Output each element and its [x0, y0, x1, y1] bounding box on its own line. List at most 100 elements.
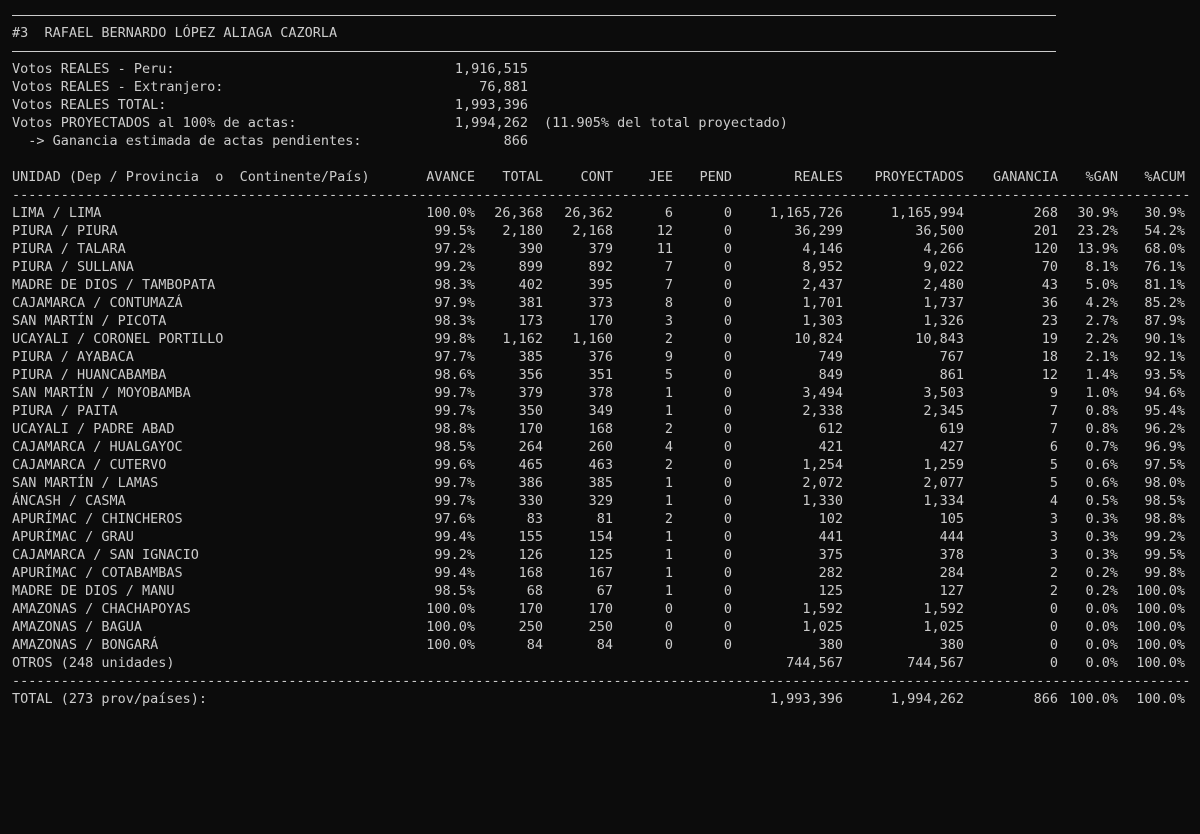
header-unit: UNIDAD (Dep / Provincia o Continente/Paí…: [12, 169, 370, 185]
cell-proyectados: 1,259: [923, 457, 964, 473]
table-row: PIURA / AYABACA 97.7% 385 376 9 0 749 767 18 2.1%…: [12, 348, 1192, 366]
cell-reales: 441: [818, 529, 843, 545]
cell-proyectados: 2,077: [923, 475, 964, 491]
cell-pct-acum: 99.2%: [1144, 529, 1185, 545]
cell-pct-gan: 0.3%: [1085, 547, 1118, 563]
cell-pct-acum: 99.5%: [1144, 547, 1185, 563]
summary-value: 866: [503, 133, 528, 149]
table-row: PIURA / SULLANA 99.2% 899 892 7 0 8,952 9,022 70…: [12, 258, 1192, 276]
cell-proyectados: 744,567: [907, 655, 964, 671]
cell-unit: SAN MARTÍN / MOYOBAMBA: [12, 385, 191, 401]
cell-jee: 2: [664, 421, 673, 437]
cell-unit: PIURA / SULLANA: [12, 259, 134, 275]
cell-reales: 380: [818, 637, 843, 653]
cell-avance: 100.0%: [426, 619, 475, 635]
cell-reales: 1,254: [802, 457, 843, 473]
cell-avance: 97.9%: [434, 295, 475, 311]
table-row: CAJAMARCA / SAN IGNACIO 99.2% 126 125 1 0 375 3…: [12, 546, 1192, 564]
cell-unit: PIURA / PAITA: [12, 403, 118, 419]
cell-jee: 1: [664, 529, 673, 545]
cell-avance: 100.0%: [426, 637, 475, 653]
cell-pct-acum: 94.6%: [1144, 385, 1185, 401]
header-reales: REALES: [794, 169, 843, 185]
cell-total: 170: [518, 601, 543, 617]
cell-pct-gan: 0.6%: [1085, 457, 1118, 473]
cell-pct-gan: 5.0%: [1085, 277, 1118, 293]
cell-pct-acum: 98.8%: [1144, 511, 1185, 527]
cell-avance: 97.6%: [434, 511, 475, 527]
table-row: UCAYALI / PADRE ABAD 98.8% 170 168 2 0 612 619 7…: [12, 420, 1192, 438]
cell-pct-gan: 2.2%: [1085, 331, 1118, 347]
cell-pct-acum: 98.0%: [1144, 475, 1185, 491]
summary-label: Votos REALES - Peru:: [12, 61, 175, 77]
cell-avance: 99.7%: [434, 403, 475, 419]
cell-jee: 6: [664, 205, 673, 221]
cell-proyectados: 767: [939, 349, 964, 365]
cell-total: 390: [518, 241, 543, 257]
table-row: OTROS (248 unidades) 744,567 744,567 0 0.0% 1…: [12, 654, 1192, 672]
cell-avance: 99.4%: [434, 529, 475, 545]
cell-ganancia: 120: [1033, 241, 1058, 257]
cell-jee: 4: [664, 439, 673, 455]
table-row: CAJAMARCA / CUTERVO 99.6% 465 463 2 0 1,254 1,2…: [12, 456, 1192, 474]
header-pct-acum: %ACUM: [1144, 169, 1185, 185]
cell-pct-gan: 23.2%: [1077, 223, 1118, 239]
cell-pend: 0: [723, 205, 732, 221]
cell-reales: 744,567: [786, 655, 843, 671]
table-row: SAN MARTÍN / PICOTA 98.3% 173 170 3 0 1,303 1,3…: [12, 312, 1192, 330]
cell-reales: 102: [818, 511, 843, 527]
cell-unit: PIURA / HUANCABAMBA: [12, 367, 167, 383]
cell-pct-gan: 0.0%: [1085, 655, 1118, 671]
total-row: TOTAL (273 prov/países): 1,993,396 1,994…: [12, 690, 1192, 708]
cell-unit: SAN MARTÍN / LAMAS: [12, 475, 159, 491]
cell-jee: 2: [664, 457, 673, 473]
cell-unit: PIURA / TALARA: [12, 241, 126, 257]
cell-pct-gan: 4.2%: [1085, 295, 1118, 311]
cell-pend: 0: [723, 241, 732, 257]
summary-line: Votos REALES TOTAL: 1,993,396: [12, 96, 1192, 114]
cell-jee: 1: [664, 547, 673, 563]
cell-reales: 612: [818, 421, 843, 437]
cell-unit: OTROS (248 unidades): [12, 655, 175, 671]
summary-label: Votos REALES - Extranjero:: [12, 79, 224, 95]
cell-reales: 125: [818, 583, 843, 599]
cell-avance: 99.8%: [434, 331, 475, 347]
cell-ganancia: 7: [1049, 421, 1058, 437]
cell-jee: 7: [664, 277, 673, 293]
cell-jee: 2: [664, 331, 673, 347]
cell-total: 173: [518, 313, 543, 329]
cell-reales: 1,165,726: [769, 205, 843, 221]
cell-pend: 0: [723, 565, 732, 581]
cell-proyectados: 4,266: [923, 241, 964, 257]
cell-pct-gan: 0.3%: [1085, 529, 1118, 545]
cell-ganancia: 5: [1049, 457, 1058, 473]
cell-pct-acum: 100.0%: [1136, 655, 1185, 671]
cell-reales: 36,299: [794, 223, 843, 239]
cell-total: 356: [518, 367, 543, 383]
cell-cont: 376: [588, 349, 613, 365]
cell-pct-gan: 2.7%: [1085, 313, 1118, 329]
cell-reales: 1,025: [802, 619, 843, 635]
table-row: PIURA / HUANCABAMBA 98.6% 356 351 5 0 849 861 12…: [12, 366, 1192, 384]
summary-value: 1,994,262: [454, 115, 528, 131]
cell-pend: 0: [723, 331, 732, 347]
cell-pend: 0: [723, 385, 732, 401]
cell-pend: 0: [723, 475, 732, 491]
cell-proyectados: 36,500: [915, 223, 964, 239]
cell-avance: 100.0%: [426, 205, 475, 221]
cell-total: 330: [518, 493, 543, 509]
cell-proyectados: 10,843: [915, 331, 964, 347]
cell-jee: 1: [664, 385, 673, 401]
cell-pct-gan: 30.9%: [1077, 205, 1118, 221]
cell-reales: 421: [818, 439, 843, 455]
cell-proyectados: 1,592: [923, 601, 964, 617]
table-body: LIMA / LIMA 100.0% 26,368 26,362 6 0 1,165,726…: [12, 204, 1192, 672]
cell-pend: 0: [723, 367, 732, 383]
cell-reales: 8,952: [802, 259, 843, 275]
cell-cont: 379: [588, 241, 613, 257]
cell-total: 170: [518, 421, 543, 437]
cell-avance: 99.4%: [434, 565, 475, 581]
cell-cont: 892: [588, 259, 613, 275]
cell-jee: 0: [664, 619, 673, 635]
cell-pct-gan: 2.1%: [1085, 349, 1118, 365]
